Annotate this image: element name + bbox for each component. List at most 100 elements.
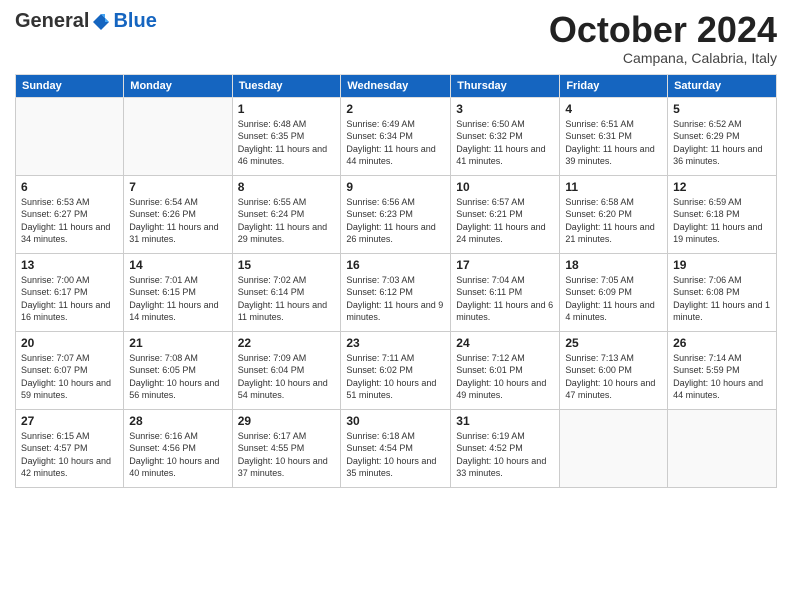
day-info: Sunrise: 7:09 AM Sunset: 6:04 PM Dayligh… [238,352,336,402]
day-cell: 20 Sunrise: 7:07 AM Sunset: 6:07 PM Dayli… [16,331,124,409]
day-info: Sunrise: 6:15 AM Sunset: 4:57 PM Dayligh… [21,430,118,480]
day-cell: 15 Sunrise: 7:02 AM Sunset: 6:14 PM Dayli… [232,253,341,331]
day-number: 26 [673,336,771,350]
week-row-5: 27 Sunrise: 6:15 AM Sunset: 4:57 PM Dayli… [16,409,777,487]
title-block: October 2024 Campana, Calabria, Italy [549,10,777,66]
day-info: Sunrise: 7:11 AM Sunset: 6:02 PM Dayligh… [346,352,445,402]
day-cell: 2 Sunrise: 6:49 AM Sunset: 6:34 PM Daylig… [341,97,451,175]
day-cell: 4 Sunrise: 6:51 AM Sunset: 6:31 PM Daylig… [560,97,668,175]
day-info: Sunrise: 7:02 AM Sunset: 6:14 PM Dayligh… [238,274,336,324]
logo-general: General [15,10,89,33]
day-info: Sunrise: 6:54 AM Sunset: 6:26 PM Dayligh… [129,196,226,246]
day-info: Sunrise: 7:00 AM Sunset: 6:17 PM Dayligh… [21,274,118,324]
logo: General Blue [15,10,157,33]
logo-text: General Blue [15,10,157,33]
day-number: 20 [21,336,118,350]
day-cell: 31Sunrise: 6:19 AM Sunset: 4:52 PM Dayli… [451,409,560,487]
day-cell: 5 Sunrise: 6:52 AM Sunset: 6:29 PM Daylig… [668,97,777,175]
week-row-4: 20 Sunrise: 7:07 AM Sunset: 6:07 PM Dayli… [16,331,777,409]
day-cell: 29Sunrise: 6:17 AM Sunset: 4:55 PM Dayli… [232,409,341,487]
day-number: 9 [346,180,445,194]
col-header-tuesday: Tuesday [232,74,341,97]
day-number: 29 [238,414,336,428]
day-info: Sunrise: 6:18 AM Sunset: 4:54 PM Dayligh… [346,430,445,480]
day-cell: 28Sunrise: 6:16 AM Sunset: 4:56 PM Dayli… [124,409,232,487]
day-cell [668,409,777,487]
day-cell: 21Sunrise: 7:08 AM Sunset: 6:05 PM Dayli… [124,331,232,409]
header: General Blue October 2024 Campana, Calab… [15,10,777,66]
day-number: 5 [673,102,771,116]
day-info: Sunrise: 6:50 AM Sunset: 6:32 PM Dayligh… [456,118,554,168]
logo-blue: Blue [113,10,156,33]
col-header-saturday: Saturday [668,74,777,97]
day-number: 2 [346,102,445,116]
day-info: Sunrise: 6:58 AM Sunset: 6:20 PM Dayligh… [565,196,662,246]
day-number: 6 [21,180,118,194]
day-cell: 19 Sunrise: 7:06 AM Sunset: 6:08 PM Dayli… [668,253,777,331]
day-cell: 17 Sunrise: 7:04 AM Sunset: 6:11 PM Dayli… [451,253,560,331]
day-number: 13 [21,258,118,272]
day-info: Sunrise: 6:55 AM Sunset: 6:24 PM Dayligh… [238,196,336,246]
day-number: 27 [21,414,118,428]
day-number: 25 [565,336,662,350]
col-header-monday: Monday [124,74,232,97]
day-number: 18 [565,258,662,272]
day-info: Sunrise: 6:56 AM Sunset: 6:23 PM Dayligh… [346,196,445,246]
day-info: Sunrise: 6:19 AM Sunset: 4:52 PM Dayligh… [456,430,554,480]
day-info: Sunrise: 7:03 AM Sunset: 6:12 PM Dayligh… [346,274,445,324]
day-number: 30 [346,414,445,428]
calendar-table: SundayMondayTuesdayWednesdayThursdayFrid… [15,74,777,488]
day-number: 24 [456,336,554,350]
day-info: Sunrise: 6:49 AM Sunset: 6:34 PM Dayligh… [346,118,445,168]
logo-icon [91,12,111,32]
day-cell: 16 Sunrise: 7:03 AM Sunset: 6:12 PM Dayli… [341,253,451,331]
week-row-1: 1Sunrise: 6:48 AM Sunset: 6:35 PM Daylig… [16,97,777,175]
day-cell: 12Sunrise: 6:59 AM Sunset: 6:18 PM Dayli… [668,175,777,253]
col-header-sunday: Sunday [16,74,124,97]
day-cell: 3 Sunrise: 6:50 AM Sunset: 6:32 PM Daylig… [451,97,560,175]
day-number: 15 [238,258,336,272]
day-number: 23 [346,336,445,350]
day-info: Sunrise: 7:04 AM Sunset: 6:11 PM Dayligh… [456,274,554,324]
day-number: 16 [346,258,445,272]
day-cell: 14Sunrise: 7:01 AM Sunset: 6:15 PM Dayli… [124,253,232,331]
day-info: Sunrise: 6:57 AM Sunset: 6:21 PM Dayligh… [456,196,554,246]
day-cell [16,97,124,175]
day-info: Sunrise: 6:16 AM Sunset: 4:56 PM Dayligh… [129,430,226,480]
col-header-wednesday: Wednesday [341,74,451,97]
day-number: 10 [456,180,554,194]
header-row: SundayMondayTuesdayWednesdayThursdayFrid… [16,74,777,97]
day-number: 7 [129,180,226,194]
day-number: 22 [238,336,336,350]
day-cell: 22 Sunrise: 7:09 AM Sunset: 6:04 PM Dayli… [232,331,341,409]
day-info: Sunrise: 6:52 AM Sunset: 6:29 PM Dayligh… [673,118,771,168]
day-cell: 6 Sunrise: 6:53 AM Sunset: 6:27 PM Daylig… [16,175,124,253]
day-cell: 8 Sunrise: 6:55 AM Sunset: 6:24 PM Daylig… [232,175,341,253]
day-cell: 27 Sunrise: 6:15 AM Sunset: 4:57 PM Dayli… [16,409,124,487]
day-number: 11 [565,180,662,194]
day-number: 19 [673,258,771,272]
day-cell: 10 Sunrise: 6:57 AM Sunset: 6:21 PM Dayli… [451,175,560,253]
day-cell: 7 Sunrise: 6:54 AM Sunset: 6:26 PM Daylig… [124,175,232,253]
day-info: Sunrise: 7:06 AM Sunset: 6:08 PM Dayligh… [673,274,771,324]
location-subtitle: Campana, Calabria, Italy [549,50,777,66]
day-number: 8 [238,180,336,194]
day-number: 3 [456,102,554,116]
day-cell: 9 Sunrise: 6:56 AM Sunset: 6:23 PM Daylig… [341,175,451,253]
day-info: Sunrise: 7:07 AM Sunset: 6:07 PM Dayligh… [21,352,118,402]
day-cell: 1Sunrise: 6:48 AM Sunset: 6:35 PM Daylig… [232,97,341,175]
day-number: 17 [456,258,554,272]
calendar-page: General Blue October 2024 Campana, Calab… [0,0,792,612]
day-info: Sunrise: 6:53 AM Sunset: 6:27 PM Dayligh… [21,196,118,246]
day-info: Sunrise: 7:14 AM Sunset: 5:59 PM Dayligh… [673,352,771,402]
day-cell [124,97,232,175]
day-info: Sunrise: 6:51 AM Sunset: 6:31 PM Dayligh… [565,118,662,168]
day-number: 21 [129,336,226,350]
day-info: Sunrise: 7:13 AM Sunset: 6:00 PM Dayligh… [565,352,662,402]
week-row-3: 13 Sunrise: 7:00 AM Sunset: 6:17 PM Dayli… [16,253,777,331]
month-title: October 2024 [549,10,777,50]
day-cell: 25 Sunrise: 7:13 AM Sunset: 6:00 PM Dayli… [560,331,668,409]
week-row-2: 6 Sunrise: 6:53 AM Sunset: 6:27 PM Daylig… [16,175,777,253]
day-info: Sunrise: 7:01 AM Sunset: 6:15 PM Dayligh… [129,274,226,324]
day-number: 4 [565,102,662,116]
